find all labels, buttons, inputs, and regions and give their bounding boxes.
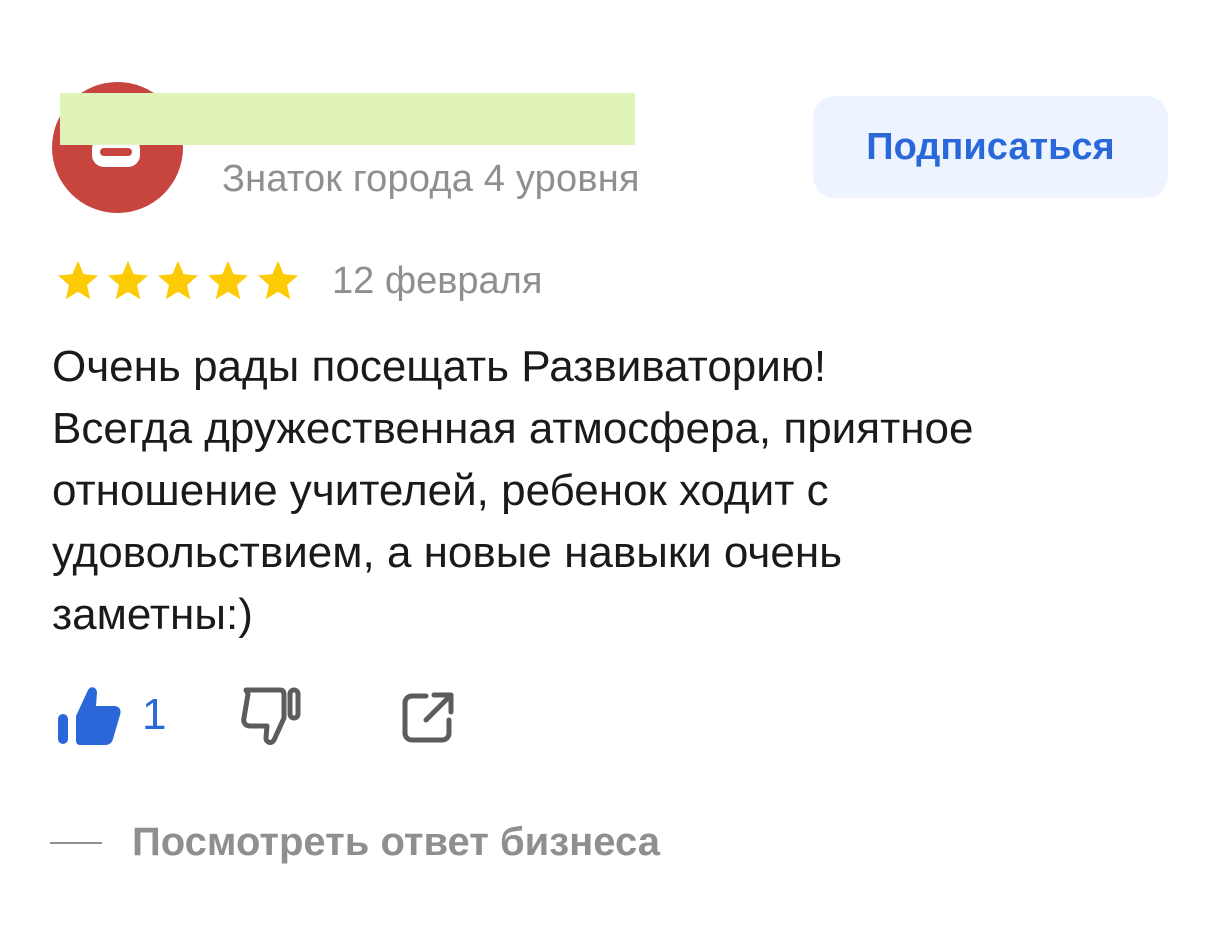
review-text-line: заметны:) — [52, 590, 253, 639]
like-button[interactable]: 1 — [56, 684, 166, 746]
dislike-button[interactable] — [240, 684, 302, 751]
thumbs-down-icon — [241, 687, 301, 745]
share-button[interactable] — [400, 690, 456, 751]
reply-dash-divider — [50, 841, 102, 844]
review-text: Очень рады посещать Развиваторию! Всегда… — [52, 336, 1172, 646]
review-date: 12 февраля — [332, 260, 543, 302]
review-text-line: отношение учителей, ребенок ходит с — [52, 466, 829, 515]
like-count: 1 — [142, 690, 167, 739]
star-icon — [58, 260, 98, 300]
review-text-line: Всегда дружественная атмосфера, приятное — [52, 404, 974, 453]
rating-stars — [55, 258, 301, 304]
share-icon — [402, 692, 454, 743]
view-business-reply-link[interactable]: Посмотреть ответ бизнеса — [50, 820, 660, 865]
author-name-redacted — [60, 93, 635, 145]
star-icon — [208, 260, 248, 300]
review-text-line: удовольствием, а новые навыки очень — [52, 528, 843, 577]
business-reply-label: Посмотреть ответ бизнеса — [132, 820, 660, 864]
star-icon — [108, 260, 148, 300]
star-icon — [158, 260, 198, 300]
star-icon — [258, 260, 298, 300]
subscribe-button[interactable]: Подписаться — [813, 96, 1168, 198]
thumbs-up-icon — [58, 687, 121, 745]
author-level: Знаток города 4 уровня — [222, 158, 640, 200]
review-text-line: Очень рады посещать Развиваторию! — [52, 342, 827, 391]
